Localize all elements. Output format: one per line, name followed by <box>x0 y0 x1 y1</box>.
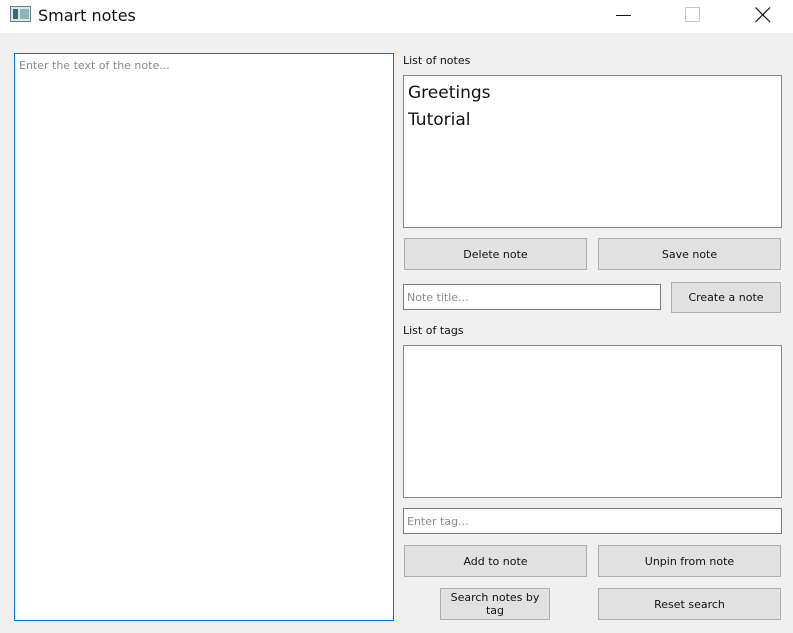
note-title-input[interactable] <box>403 284 661 310</box>
reset-search-button[interactable]: Reset search <box>598 588 781 620</box>
notes-list[interactable]: Greetings Tutorial <box>403 75 782 228</box>
maximize-icon <box>685 7 700 22</box>
notes-list-label: List of notes <box>403 54 471 67</box>
close-button[interactable] <box>740 0 786 30</box>
tags-list-label: List of tags <box>403 324 464 337</box>
app-icon <box>10 6 31 22</box>
delete-note-button[interactable]: Delete note <box>404 238 587 270</box>
add-to-note-button[interactable]: Add to note <box>404 545 587 577</box>
list-item[interactable]: Greetings <box>408 80 781 107</box>
minimize-button[interactable] <box>601 0 647 30</box>
tag-input[interactable] <box>403 508 782 534</box>
maximize-button[interactable] <box>670 0 716 30</box>
window-title: Smart notes <box>38 6 136 25</box>
unpin-from-note-button[interactable]: Unpin from note <box>598 545 781 577</box>
create-note-button[interactable]: Create a note <box>671 282 781 313</box>
note-text-area[interactable] <box>14 53 394 621</box>
minimize-icon <box>616 15 631 16</box>
close-icon <box>755 7 771 23</box>
save-note-button[interactable]: Save note <box>598 238 781 270</box>
search-by-tag-button[interactable]: Search notes by tag <box>440 588 550 620</box>
tags-list[interactable] <box>403 345 782 498</box>
title-bar[interactable]: Smart notes <box>0 0 793 33</box>
list-item[interactable]: Tutorial <box>408 107 781 134</box>
